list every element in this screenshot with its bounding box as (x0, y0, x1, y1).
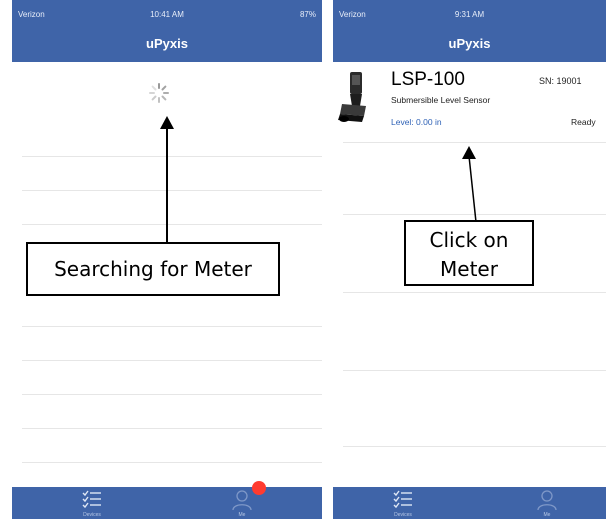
callout-line: Meter (440, 257, 498, 281)
tab-me[interactable]: Me (517, 487, 577, 519)
loading-spinner-icon (149, 83, 169, 103)
notification-badge (252, 481, 266, 495)
tab-devices[interactable]: Devices (373, 487, 433, 519)
checklist-icon (82, 490, 101, 509)
device-level: Level: 0.00 in (391, 117, 442, 127)
person-icon (232, 490, 252, 511)
list-separator (22, 190, 322, 191)
tab-label: Devices (394, 512, 412, 518)
list-separator (22, 156, 322, 157)
level-sensor-icon (338, 72, 366, 122)
list-separator (343, 446, 606, 447)
annotation-arrow (166, 128, 168, 242)
device-model: LSP-100 (391, 69, 465, 90)
phone-screen-searching: Verizon 10:41 AM 87% uPyxis Searching fo… (12, 0, 322, 519)
device-serial: SN: 19001 (539, 76, 582, 86)
tab-bar: Devices Me (12, 481, 322, 519)
checklist-icon (393, 490, 412, 509)
status-time: 9:31 AM (454, 10, 485, 19)
phone-screen-device-found: Verizon 9:31 AM uPyxis LSP-100 SN: 19001… (333, 0, 606, 519)
callout-line: Click on (429, 228, 509, 252)
nav-title: uPyxis (146, 36, 188, 51)
person-icon (537, 490, 557, 511)
tab-label: Me (238, 512, 246, 518)
list-separator (22, 326, 322, 327)
list-separator (343, 370, 606, 371)
device-type: Submersible Level Sensor (391, 95, 491, 105)
status-bar: Verizon 9:31 AM (333, 0, 606, 22)
tab-me[interactable]: Me (212, 481, 272, 519)
annotation-arrow (468, 156, 477, 222)
tab-bar: Devices Me (333, 487, 606, 519)
navigation-bar: Verizon 9:31 AM uPyxis (333, 0, 606, 62)
device-list-item[interactable]: LSP-100 SN: 19001 Submersible Level Sens… (333, 62, 606, 142)
list-separator (22, 224, 322, 225)
tab-label: Me (543, 512, 551, 518)
status-time: 10:41 AM (150, 10, 184, 19)
status-bar: Verizon 10:41 AM 87% (12, 0, 322, 22)
battery-label: 87% (299, 10, 316, 19)
nav-title: uPyxis (448, 36, 491, 51)
navigation-bar: Verizon 10:41 AM 87% uPyxis (12, 0, 322, 62)
carrier-label: Verizon (18, 10, 45, 19)
tab-label: Devices (83, 512, 101, 518)
list-separator (22, 428, 322, 429)
list-separator (22, 462, 322, 463)
list-separator (22, 360, 322, 361)
list-separator (22, 394, 322, 395)
annotation-callout: Click on Meter (404, 220, 534, 286)
device-status: Ready (571, 117, 596, 127)
annotation-callout: Searching for Meter (26, 242, 280, 296)
list-separator (343, 142, 606, 143)
carrier-label: Verizon (339, 10, 366, 19)
list-separator (343, 292, 606, 293)
tab-devices[interactable]: Devices (62, 487, 122, 519)
